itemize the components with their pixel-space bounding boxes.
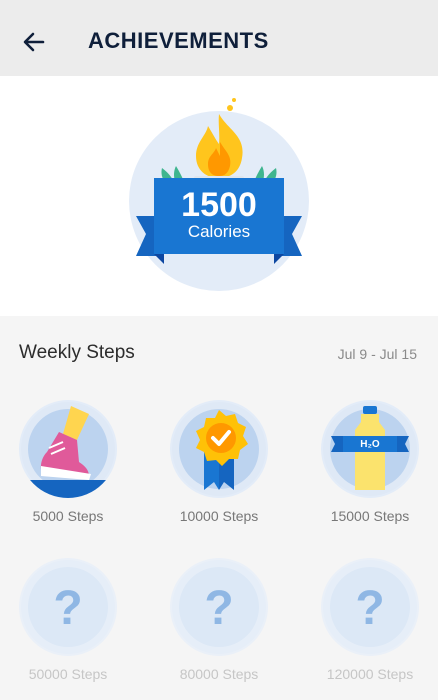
- arrow-left-icon: [23, 32, 45, 52]
- question-icon: ?: [21, 560, 115, 654]
- calories-medal: 1500 Calories: [124, 96, 314, 296]
- back-button[interactable]: [18, 26, 50, 58]
- badge-label: 80000 Steps: [179, 666, 259, 682]
- question-icon: ?: [172, 560, 266, 654]
- svg-text:?: ?: [355, 582, 384, 635]
- calories-achievement-hero: 1500 Calories: [0, 76, 438, 316]
- app-header: ACHIEVEMENTS: [0, 0, 438, 76]
- calories-unit: Calories: [187, 222, 251, 241]
- svg-text:?: ?: [53, 582, 82, 635]
- badge-label: 15000 Steps: [330, 508, 410, 524]
- badge-label: 10000 Steps: [179, 508, 259, 524]
- question-icon: ?: [323, 560, 417, 654]
- badge-15000-steps[interactable]: H₂O 15000 Steps: [310, 400, 430, 524]
- weekly-steps-section: Weekly Steps Jul 9 - Jul 15 5000 Steps 1…: [0, 316, 438, 700]
- calories-value: 1500: [181, 186, 257, 224]
- badge-10000-steps[interactable]: 10000 Steps: [159, 400, 279, 524]
- svg-text:?: ?: [204, 582, 233, 635]
- section-title: Weekly Steps: [19, 342, 135, 363]
- bottle-label: H₂O: [360, 439, 380, 450]
- badge-5000-steps[interactable]: 5000 Steps: [8, 400, 128, 524]
- badge-label: 120000 Steps: [326, 666, 414, 682]
- badge-50000-steps[interactable]: ? 50000 Steps: [8, 558, 128, 682]
- award-ribbon-icon: [172, 402, 266, 496]
- badge-120000-steps[interactable]: ? 120000 Steps: [310, 558, 430, 682]
- page-title: ACHIEVEMENTS: [88, 28, 269, 53]
- badge-label: 5000 Steps: [32, 508, 104, 524]
- badge-label: 50000 Steps: [28, 666, 108, 682]
- date-range[interactable]: Jul 9 - Jul 15: [338, 346, 417, 362]
- sneaker-icon: [19, 402, 117, 498]
- badge-80000-steps[interactable]: ? 80000 Steps: [159, 558, 279, 682]
